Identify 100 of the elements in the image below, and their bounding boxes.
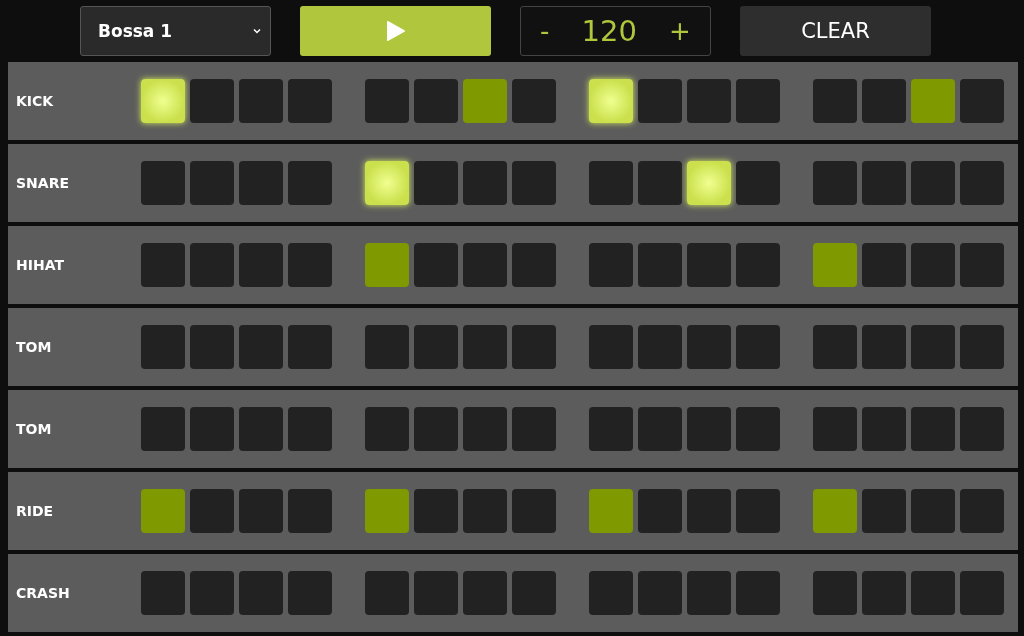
step-pad[interactable] — [141, 243, 185, 287]
step-pad[interactable] — [862, 161, 906, 205]
step-pad[interactable] — [190, 407, 234, 451]
step-pad[interactable] — [862, 489, 906, 533]
step-pad[interactable] — [687, 571, 731, 615]
step-pad[interactable] — [414, 325, 458, 369]
step-pad[interactable] — [589, 407, 633, 451]
step-pad[interactable] — [365, 79, 409, 123]
step-pad[interactable] — [239, 407, 283, 451]
play-button[interactable] — [300, 6, 491, 56]
step-pad[interactable] — [190, 325, 234, 369]
step-pad[interactable] — [736, 571, 780, 615]
step-pad[interactable] — [463, 489, 507, 533]
step-pad[interactable] — [365, 407, 409, 451]
step-pad[interactable] — [463, 571, 507, 615]
tempo-increment-button[interactable]: + — [663, 16, 697, 46]
step-pad[interactable] — [589, 243, 633, 287]
step-pad[interactable] — [687, 407, 731, 451]
step-pad[interactable] — [736, 325, 780, 369]
step-pad[interactable] — [365, 243, 409, 287]
step-pad[interactable] — [911, 489, 955, 533]
step-pad[interactable] — [239, 571, 283, 615]
step-pad[interactable] — [288, 489, 332, 533]
step-pad[interactable] — [414, 243, 458, 287]
step-pad[interactable] — [638, 161, 682, 205]
step-pad[interactable] — [512, 325, 556, 369]
step-pad[interactable] — [687, 79, 731, 123]
step-pad[interactable] — [911, 79, 955, 123]
step-pad[interactable] — [862, 79, 906, 123]
step-pad[interactable] — [512, 489, 556, 533]
step-pad[interactable] — [736, 407, 780, 451]
step-pad[interactable] — [239, 325, 283, 369]
step-pad[interactable] — [589, 79, 633, 123]
step-pad[interactable] — [638, 325, 682, 369]
step-pad[interactable] — [141, 489, 185, 533]
step-pad[interactable] — [190, 243, 234, 287]
step-pad[interactable] — [239, 243, 283, 287]
step-pad[interactable] — [960, 79, 1004, 123]
step-pad[interactable] — [589, 489, 633, 533]
step-pad[interactable] — [638, 489, 682, 533]
step-pad[interactable] — [687, 325, 731, 369]
step-pad[interactable] — [414, 407, 458, 451]
step-pad[interactable] — [414, 571, 458, 615]
step-pad[interactable] — [813, 79, 857, 123]
step-pad[interactable] — [288, 161, 332, 205]
step-pad[interactable] — [736, 161, 780, 205]
step-pad[interactable] — [638, 571, 682, 615]
step-pad[interactable] — [190, 161, 234, 205]
step-pad[interactable] — [813, 325, 857, 369]
step-pad[interactable] — [512, 243, 556, 287]
step-pad[interactable] — [190, 571, 234, 615]
step-pad[interactable] — [141, 407, 185, 451]
step-pad[interactable] — [414, 489, 458, 533]
step-pad[interactable] — [512, 571, 556, 615]
step-pad[interactable] — [239, 79, 283, 123]
step-pad[interactable] — [813, 161, 857, 205]
step-pad[interactable] — [960, 407, 1004, 451]
step-pad[interactable] — [365, 325, 409, 369]
step-pad[interactable] — [911, 325, 955, 369]
step-pad[interactable] — [288, 571, 332, 615]
step-pad[interactable] — [463, 325, 507, 369]
step-pad[interactable] — [911, 571, 955, 615]
step-pad[interactable] — [288, 243, 332, 287]
step-pad[interactable] — [911, 407, 955, 451]
step-pad[interactable] — [512, 161, 556, 205]
step-pad[interactable] — [190, 79, 234, 123]
step-pad[interactable] — [288, 325, 332, 369]
step-pad[interactable] — [813, 489, 857, 533]
step-pad[interactable] — [589, 571, 633, 615]
step-pad[interactable] — [862, 243, 906, 287]
step-pad[interactable] — [589, 161, 633, 205]
step-pad[interactable] — [687, 161, 731, 205]
step-pad[interactable] — [813, 571, 857, 615]
step-pad[interactable] — [463, 161, 507, 205]
step-pad[interactable] — [911, 243, 955, 287]
step-pad[interactable] — [365, 161, 409, 205]
tempo-decrement-button[interactable]: - — [534, 16, 556, 46]
step-pad[interactable] — [638, 243, 682, 287]
step-pad[interactable] — [512, 79, 556, 123]
step-pad[interactable] — [736, 79, 780, 123]
step-pad[interactable] — [141, 79, 185, 123]
step-pad[interactable] — [288, 79, 332, 123]
step-pad[interactable] — [862, 325, 906, 369]
step-pad[interactable] — [463, 243, 507, 287]
step-pad[interactable] — [960, 243, 1004, 287]
step-pad[interactable] — [862, 407, 906, 451]
pattern-select[interactable]: Bossa 1 — [80, 6, 271, 56]
step-pad[interactable] — [862, 571, 906, 615]
step-pad[interactable] — [141, 325, 185, 369]
step-pad[interactable] — [141, 161, 185, 205]
step-pad[interactable] — [414, 79, 458, 123]
step-pad[interactable] — [589, 325, 633, 369]
step-pad[interactable] — [638, 407, 682, 451]
step-pad[interactable] — [736, 243, 780, 287]
step-pad[interactable] — [960, 325, 1004, 369]
step-pad[interactable] — [239, 489, 283, 533]
step-pad[interactable] — [141, 571, 185, 615]
step-pad[interactable] — [687, 243, 731, 287]
step-pad[interactable] — [512, 407, 556, 451]
step-pad[interactable] — [736, 489, 780, 533]
